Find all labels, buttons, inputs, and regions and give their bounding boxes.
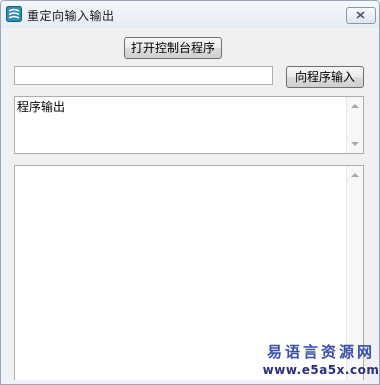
watermark-url: www.e5a5x.com (262, 363, 380, 377)
program-input-field[interactable] (14, 66, 273, 85)
open-console-button[interactable]: 打开控制台程序 (124, 37, 222, 59)
watermark: 易语言资源网 www.e5a5x.com (262, 342, 380, 385)
close-button[interactable] (346, 7, 376, 24)
window-title: 重定向输入输出 (27, 9, 115, 23)
scroll-down-icon[interactable] (351, 142, 359, 146)
program-output-text: 程序输出 (17, 100, 66, 114)
scroll-up-icon[interactable] (351, 104, 359, 108)
app-logo-icon (6, 6, 22, 22)
close-icon (356, 11, 365, 19)
main-window: 重定向输入输出 打开控制台程序 向程序输入 程序输出 (0, 0, 380, 385)
client-area: 打开控制台程序 向程序输入 程序输出 (8, 28, 372, 380)
watermark-brand: 易语言资源网 (266, 343, 375, 361)
title-bar[interactable]: 重定向输入输出 (1, 1, 379, 28)
log-scroll-up-icon[interactable] (351, 173, 359, 177)
program-output-textbox[interactable]: 程序输出 (14, 96, 364, 154)
send-input-button[interactable]: 向程序输入 (286, 66, 364, 88)
output-scrollbar[interactable] (346, 97, 363, 153)
